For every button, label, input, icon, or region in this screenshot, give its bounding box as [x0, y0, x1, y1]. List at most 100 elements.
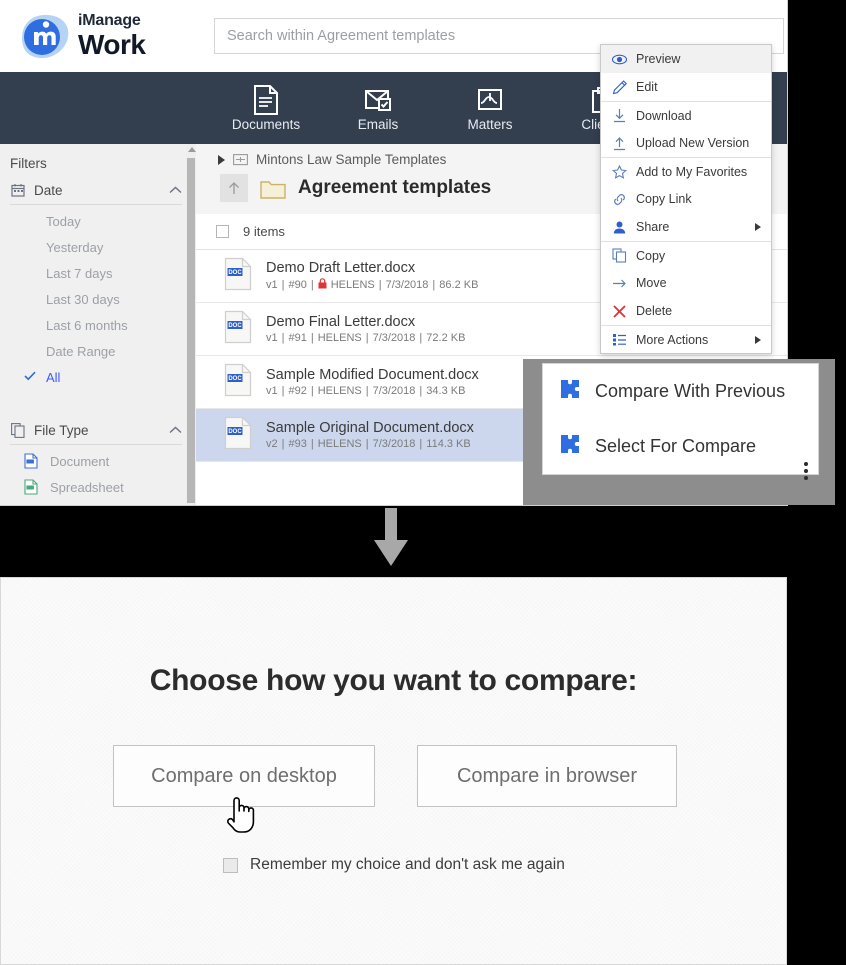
filter-group-date-label: Date	[34, 182, 63, 198]
filter-group-file-type[interactable]: File Type	[10, 416, 182, 445]
doc-author: HELENS	[317, 332, 362, 344]
calendar-icon	[10, 182, 26, 198]
breadcrumb-parent-label[interactable]: Mintons Law Sample Templates	[256, 152, 446, 167]
svg-text:DOC: DOC	[228, 323, 242, 329]
filter-option-last-6-months[interactable]: Last 6 months	[10, 312, 186, 338]
context-menu: Preview Edit Download Upload New Version	[600, 44, 772, 354]
doc-info: Sample Modified Document.docx v1 | #92 | H…	[266, 367, 479, 397]
doc-name: Demo Final Letter.docx	[266, 314, 416, 330]
pencil-icon	[612, 79, 627, 95]
x-delete-icon	[612, 304, 627, 319]
tab-emails-label: Emails	[357, 116, 399, 132]
filters-title: Filters	[10, 156, 47, 171]
lock-icon	[318, 278, 327, 292]
upload-icon	[612, 136, 627, 151]
context-menu-item-more-actions-label: More Actions	[636, 332, 709, 347]
tab-documents[interactable]: Documents	[210, 72, 322, 144]
filters-sidebar: Filters Date Today Yesterday Last 7 days	[0, 144, 196, 505]
doc-number: #90	[288, 279, 307, 291]
email-check-icon	[364, 85, 392, 115]
context-menu-item-more-actions[interactable]: More Actions	[601, 325, 771, 353]
doc-version: v1	[266, 332, 278, 344]
doc-file-icon: DOC	[224, 310, 252, 349]
folder-icon	[260, 178, 286, 199]
doc-meta: v1 | #91 | HELENS | 7/3/2018 | 72.2 KB	[266, 332, 466, 344]
context-menu-item-share[interactable]: Share	[601, 213, 771, 241]
filter-option-last-7-days-label: Last 7 days	[46, 265, 113, 281]
filter-option-date-range[interactable]: Date Range	[10, 338, 186, 364]
context-menu-item-add-to-favorites[interactable]: Add to My Favorites	[601, 157, 771, 185]
filter-option-all[interactable]: All	[10, 364, 186, 390]
compare-choice-dialog: Choose how you want to compare: Compare …	[0, 577, 787, 965]
context-menu-item-copy-link[interactable]: Copy Link	[601, 185, 771, 213]
svg-text:DOC: DOC	[228, 376, 242, 382]
breadcrumb-parent-row[interactable]: Mintons Law Sample Templates	[218, 152, 446, 167]
svg-text:DOC: DOC	[228, 429, 242, 435]
tab-documents-label: Documents	[231, 116, 301, 132]
brand-logo[interactable]: iManage Work	[16, 8, 196, 66]
chevron-up-icon-2	[169, 423, 182, 437]
sidebar-scrollbar[interactable]	[186, 144, 196, 505]
tab-matters-label: Matters	[467, 116, 513, 132]
workspace-icon	[233, 153, 248, 166]
context-menu-item-move[interactable]: Move	[601, 269, 771, 297]
breadcrumb-current-row: Agreement templates	[220, 174, 491, 202]
xls-file-icon	[24, 479, 38, 495]
download-icon	[612, 108, 627, 123]
filter-option-today-label: Today	[46, 213, 81, 229]
filter-option-last-30-days[interactable]: Last 30 days	[10, 286, 186, 312]
filter-option-spreadsheet[interactable]: Spreadsheet	[10, 474, 186, 500]
context-menu-item-copy[interactable]: Copy	[601, 241, 771, 269]
filter-option-date-range-label: Date Range	[46, 343, 116, 359]
tab-matters[interactable]: Matters	[434, 72, 546, 144]
kebab-menu-icon[interactable]	[797, 457, 815, 485]
doc-author: HELENS	[330, 279, 375, 291]
scrollbar-thumb[interactable]	[187, 158, 195, 503]
submenu-item-compare-with-previous[interactable]: Compare With Previous	[543, 364, 818, 419]
filter-option-document[interactable]: Document	[10, 448, 186, 474]
dialog-title: Choose how you want to compare:	[149, 664, 638, 697]
list-actions-icon	[612, 332, 627, 347]
screenshot-root: iManage Work Documents	[0, 0, 846, 965]
filter-option-today[interactable]: Today	[10, 208, 186, 234]
doc-date: 7/3/2018	[372, 332, 416, 344]
doc-file-icon: DOC	[224, 257, 252, 296]
context-menu-item-edit[interactable]: Edit	[601, 73, 771, 101]
navigate-up-button[interactable]	[220, 174, 248, 202]
brand-line2: Work	[78, 29, 146, 60]
doc-size: 86.2 KB	[439, 279, 479, 291]
doc-info: Sample Original Document.docx v2 | #93 | H…	[266, 420, 474, 450]
context-menu-item-delete[interactable]: Delete	[601, 297, 771, 325]
remember-choice-label: Remember my choice and don't ask me agai…	[250, 856, 565, 873]
remember-choice-checkbox[interactable]	[223, 857, 238, 873]
filter-group-date[interactable]: Date	[10, 176, 182, 205]
context-menu-item-preview[interactable]: Preview	[601, 45, 771, 73]
triangle-right-icon[interactable]	[218, 154, 225, 165]
filter-option-last-7-days[interactable]: Last 7 days	[10, 260, 186, 286]
context-menu-item-download[interactable]: Download	[601, 101, 771, 129]
submenu-item-select-for-compare[interactable]: Select For Compare	[543, 419, 818, 474]
filter-option-yesterday-label: Yesterday	[46, 239, 104, 255]
submenu-item-compare-with-previous-label: Compare With Previous	[595, 381, 786, 401]
filter-option-spreadsheet-label: Spreadsheet	[50, 479, 124, 495]
remember-choice-row[interactable]: Remember my choice and don't ask me agai…	[223, 856, 565, 874]
compare-in-browser-button[interactable]: Compare in browser	[417, 745, 677, 807]
context-menu-item-share-label: Share	[636, 220, 670, 234]
nav-items: Documents Emails Matters	[210, 72, 658, 144]
tab-emails[interactable]: Emails	[322, 72, 434, 144]
filter-option-yesterday[interactable]: Yesterday	[10, 234, 186, 260]
person-share-icon	[612, 220, 627, 235]
doc-number: #93	[288, 438, 307, 450]
submenu-item-select-for-compare-label: Select For Compare	[595, 436, 757, 456]
chevron-up-icon	[169, 183, 182, 197]
svg-text:DOC: DOC	[228, 270, 242, 276]
doc-date: 7/3/2018	[372, 438, 416, 450]
doc-author: HELENS	[317, 385, 362, 397]
doc-meta: v1 | #90 | HELENS | 7/3/2018 | 86.2 KB	[266, 278, 479, 292]
hand-pointer-cursor	[224, 793, 256, 840]
select-all-checkbox[interactable]	[216, 225, 229, 238]
scroll-up-arrow-icon[interactable]	[188, 147, 196, 152]
context-menu-item-move-label: Move	[636, 276, 667, 290]
context-menu-item-upload-new-version[interactable]: Upload New Version	[601, 129, 771, 157]
doc-meta: v1 | #92 | HELENS | 7/3/2018 | 34.3 KB	[266, 385, 466, 397]
